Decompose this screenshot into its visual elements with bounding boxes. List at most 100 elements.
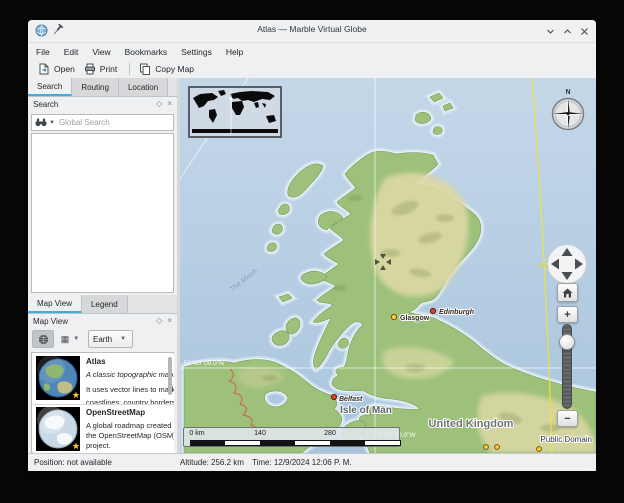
copy-map-label: Copy Map <box>155 64 194 74</box>
menu-help[interactable]: Help <box>226 47 243 57</box>
map-view-panel-header: Map View ◇ × <box>28 314 177 328</box>
zoom-slider-handle[interactable] <box>559 334 575 350</box>
toolbar-separator <box>129 63 130 75</box>
tab-map-view[interactable]: Map View <box>28 295 82 313</box>
copy-map-button[interactable]: Copy Map <box>136 61 200 77</box>
edinburgh-marker <box>430 308 435 313</box>
belfast-label: Belfast <box>339 396 363 403</box>
scale-mid-label: 140 <box>254 430 266 437</box>
altitude-value: 256.2 km <box>211 458 244 467</box>
menubar: File Edit View Bookmarks Settings Help <box>28 43 596 60</box>
menu-settings[interactable]: Settings <box>181 47 212 57</box>
search-input[interactable] <box>57 117 170 128</box>
search-results-area[interactable] <box>31 133 174 293</box>
theme-name: Atlas <box>86 357 106 366</box>
menu-bookmarks[interactable]: Bookmarks <box>125 47 168 57</box>
theme-desc: A classic topographic map. <box>86 370 174 379</box>
openstreetmap-thumbnail: ★ <box>36 407 80 451</box>
search-mode-chevron-icon[interactable]: ▼ <box>49 120 55 126</box>
close-button[interactable] <box>578 25 590 37</box>
theme-desc: project. <box>86 441 111 450</box>
copy-icon <box>139 63 151 75</box>
glasgow-label: Glasgow <box>400 315 430 322</box>
favorite-star-icon: ★ <box>72 441 80 452</box>
scale-start-label: 0 km <box>189 430 204 437</box>
search-input-wrap: ▼ <box>31 114 174 131</box>
chevron-down-icon: ▼ <box>120 336 126 342</box>
theme-desc: the OpenStreetMap (OSM) <box>86 431 174 440</box>
theme-desc: It uses vector lines to mark <box>86 385 174 394</box>
theme-item-atlas[interactable]: ★ Atlas A classic topographic map. It us… <box>33 354 174 405</box>
city-marker <box>484 445 489 450</box>
sidebar: Search Routing Location Search ◇ × ▼ Map… <box>28 78 177 453</box>
home-icon <box>562 288 573 298</box>
glasgow-marker <box>391 314 396 319</box>
close-panel-icon[interactable]: × <box>167 100 172 108</box>
open-label: Open <box>54 64 75 74</box>
scale-bar: 0 km 140 280 <box>183 427 400 447</box>
print-label: Print <box>100 64 117 74</box>
map-view-controls: ▦ ▼ Earth ▼ <box>32 330 133 348</box>
sidebar-top-tabs: Search Routing Location <box>28 78 177 97</box>
binoculars-icon <box>35 118 47 127</box>
celestial-body-value: Earth <box>93 335 112 344</box>
latitude-label: 55°00' 00.0"N <box>184 359 224 367</box>
united-kingdom-label: United Kingdom <box>429 418 514 430</box>
altitude-label: Altitude: <box>180 458 209 467</box>
attribution-label: Public Domain <box>540 435 592 444</box>
isle-of-man-label: Isle of Man <box>340 405 392 416</box>
theme-view-mode-button[interactable]: ▦ ▼ <box>57 330 85 348</box>
map-container: 55°00' 00.0"N 5°00' 00.0"W Prime Meridia… <box>180 78 596 453</box>
float-panel-icon[interactable]: ◇ <box>156 100 162 108</box>
tab-location[interactable]: Location <box>119 78 168 96</box>
globe-icon <box>38 334 49 345</box>
theme-desc: A global roadmap created by <box>86 421 174 430</box>
city-marker <box>495 445 500 450</box>
time-status: Time: 12/9/2024 12:06 P. M. <box>252 458 352 467</box>
print-button[interactable]: Print <box>81 61 123 77</box>
globe-projection-button[interactable] <box>32 330 54 348</box>
minimap-continents <box>192 90 278 133</box>
search-panel-title: Search <box>33 100 151 109</box>
position-status: Position: not available <box>34 458 112 467</box>
compass[interactable]: N <box>548 84 588 134</box>
window-title: Atlas — Marble Virtual Globe <box>28 24 596 34</box>
open-button[interactable]: Open <box>35 61 81 77</box>
tab-legend[interactable]: Legend <box>82 295 128 313</box>
sidebar-bottom-tabs: Map View Legend <box>28 295 177 314</box>
atlas-thumbnail: ★ <box>36 356 80 400</box>
belfast-marker <box>331 394 336 399</box>
maximize-button[interactable] <box>561 25 573 37</box>
menu-view[interactable]: View <box>92 47 110 57</box>
celestial-body-select[interactable]: Earth ▼ <box>88 330 133 348</box>
favorite-star-icon: ★ <box>72 390 80 401</box>
overview-minimap[interactable] <box>188 86 282 138</box>
scale-end-label: 280 <box>324 430 336 437</box>
chevron-down-icon: ▼ <box>73 336 79 342</box>
print-icon <box>84 63 96 75</box>
city-marker <box>537 447 542 452</box>
zoom-in-button[interactable]: + <box>557 306 578 323</box>
float-panel-icon[interactable]: ◇ <box>156 317 162 325</box>
pan-dpad[interactable] <box>545 242 589 286</box>
zoom-out-button[interactable]: − <box>557 410 578 427</box>
map-theme-list: ★ Atlas A classic topographic map. It us… <box>31 352 174 453</box>
tab-search[interactable]: Search <box>28 78 72 96</box>
grid-view-icon: ▦ <box>61 334 70 345</box>
close-panel-icon[interactable]: × <box>167 317 172 325</box>
theme-item-openstreetmap[interactable]: ★ OpenStreetMap A global roadmap created… <box>33 405 174 455</box>
search-panel-header: Search ◇ × <box>28 97 177 111</box>
tab-routing[interactable]: Routing <box>72 78 119 96</box>
edinburgh-label: Edinburgh <box>439 309 474 316</box>
menu-file[interactable]: File <box>36 47 50 57</box>
menu-edit[interactable]: Edit <box>64 47 79 57</box>
theme-list-scrollbar[interactable] <box>168 357 172 395</box>
home-button[interactable] <box>557 283 578 302</box>
map-view-panel-title: Map View <box>33 317 151 326</box>
marble-window: Atlas — Marble Virtual Globe File Edit V… <box>28 20 596 471</box>
toolbar: Open Print Copy Map <box>28 60 596 79</box>
theme-desc: coastlines, country borders <box>86 398 174 405</box>
minimize-button[interactable] <box>544 25 556 37</box>
open-file-icon <box>38 63 50 75</box>
statusbar: Position: not available Altitude: 256.2 … <box>28 453 596 471</box>
